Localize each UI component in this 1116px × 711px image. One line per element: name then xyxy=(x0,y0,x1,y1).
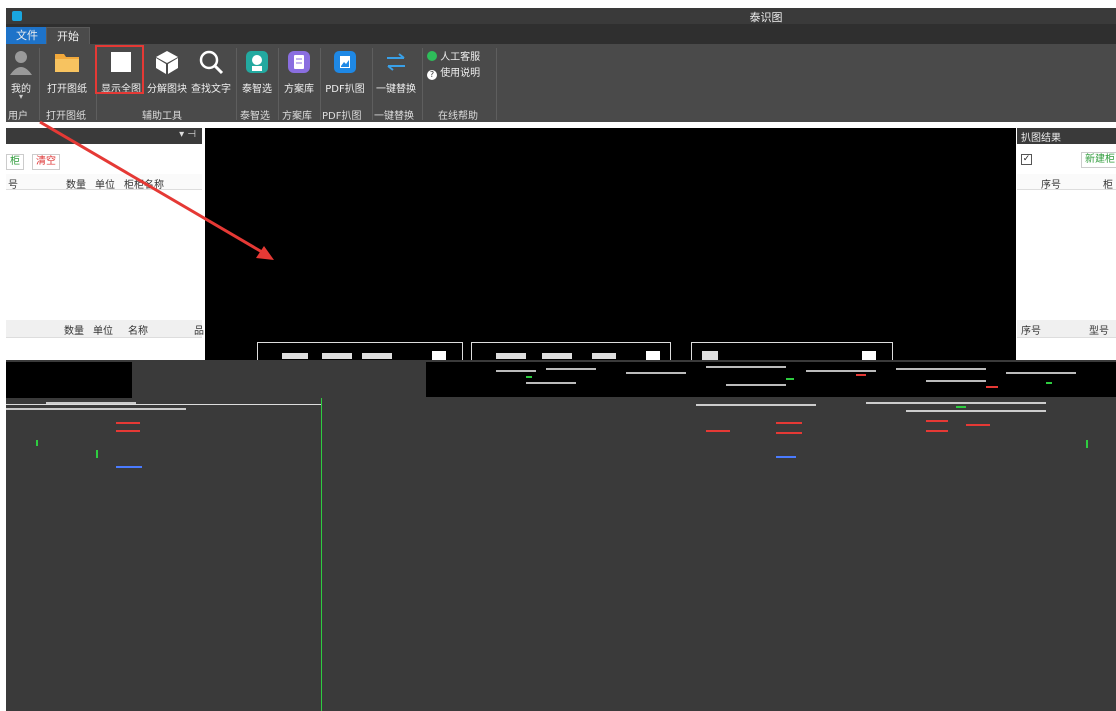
robot-icon xyxy=(246,51,268,73)
drawing-canvas[interactable] xyxy=(205,128,1016,372)
app-title: 泰识图 xyxy=(749,11,783,24)
cabinet-button[interactable]: 柜 xyxy=(6,154,24,170)
group-label-smart: 泰智选 xyxy=(240,111,270,122)
cube-icon xyxy=(156,51,178,74)
customer-service-button[interactable]: 人工客服 xyxy=(427,48,480,63)
table-header: 数量 单位 名称 品 xyxy=(6,320,204,338)
table-header: 序号 型号 xyxy=(1017,320,1116,338)
table-header: 序号 柜 xyxy=(1017,174,1116,191)
group-separator xyxy=(422,48,423,120)
scheme-library-icon xyxy=(288,51,310,73)
table-header: 号 数量 单位 柜柜名称 xyxy=(6,174,202,191)
tab-start[interactable]: 开始 xyxy=(46,27,90,44)
dropdown-arrow-icon: ▾ xyxy=(18,92,23,101)
swap-icon xyxy=(387,53,405,71)
group-label-scheme: 方案库 xyxy=(282,111,312,122)
left-panel-header: ▾ ⊣ xyxy=(6,128,202,144)
find-text-button[interactable]: 查找文字 xyxy=(189,46,233,102)
drawing-thumbnails xyxy=(496,366,1076,388)
smart-select-button[interactable]: 泰智选 xyxy=(237,46,277,102)
select-all-checkbox[interactable]: ✓ xyxy=(1021,154,1032,165)
right-panel-header: 扒图结果 xyxy=(1017,128,1116,144)
group-label-open: 打开图纸 xyxy=(46,111,86,122)
group-label-replace: 一键替换 xyxy=(374,111,414,122)
ribbon: 我的 ▾ 用户 打开图纸 打开图纸 显示全图 分解图块 查找文字 辅助工具 泰智… xyxy=(6,44,1116,122)
help-icon: ? xyxy=(427,70,437,80)
ribbon-tab-bar: 文件 开始 xyxy=(6,24,1116,44)
new-cabinet-button[interactable]: 新建柜 xyxy=(1081,152,1116,168)
highlight-annotation-box xyxy=(95,45,144,94)
clear-button[interactable]: 清空 xyxy=(32,154,60,170)
my-account-button[interactable]: 我的 ▾ xyxy=(8,46,34,102)
top-strip xyxy=(0,0,1116,8)
pin-icon[interactable]: ▾ ⊣ xyxy=(179,129,196,140)
tab-file[interactable]: 文件 xyxy=(6,27,48,44)
pdf-icon xyxy=(334,51,356,73)
render-artifact xyxy=(6,362,132,398)
drawing-overview-lines xyxy=(6,402,1088,468)
user-guide-button[interactable]: ? 使用说明 xyxy=(427,64,480,80)
folder-icon xyxy=(55,54,79,72)
right-panel-title: 扒图结果 xyxy=(1021,133,1061,144)
user-icon xyxy=(10,51,32,75)
explode-block-button[interactable]: 分解图块 xyxy=(145,46,189,102)
group-label-help: 在线帮助 xyxy=(438,111,478,122)
search-icon xyxy=(199,50,224,75)
title-bar: 泰识图 xyxy=(6,8,1116,24)
group-separator xyxy=(39,48,40,120)
one-click-replace-button[interactable]: 一键替换 xyxy=(373,46,419,102)
render-artifact xyxy=(426,362,1116,397)
open-drawing-button[interactable]: 打开图纸 xyxy=(42,46,92,102)
pdf-extract-button[interactable]: PDF扒图 xyxy=(321,46,369,102)
app-logo-icon xyxy=(12,11,22,21)
group-label-pdf: PDF扒图 xyxy=(322,111,362,122)
scheme-library-button[interactable]: 方案库 xyxy=(279,46,319,102)
chat-icon xyxy=(427,51,437,61)
group-label-tools: 辅助工具 xyxy=(142,111,182,122)
group-separator xyxy=(496,48,497,120)
group-label-user: 用户 xyxy=(8,111,28,122)
